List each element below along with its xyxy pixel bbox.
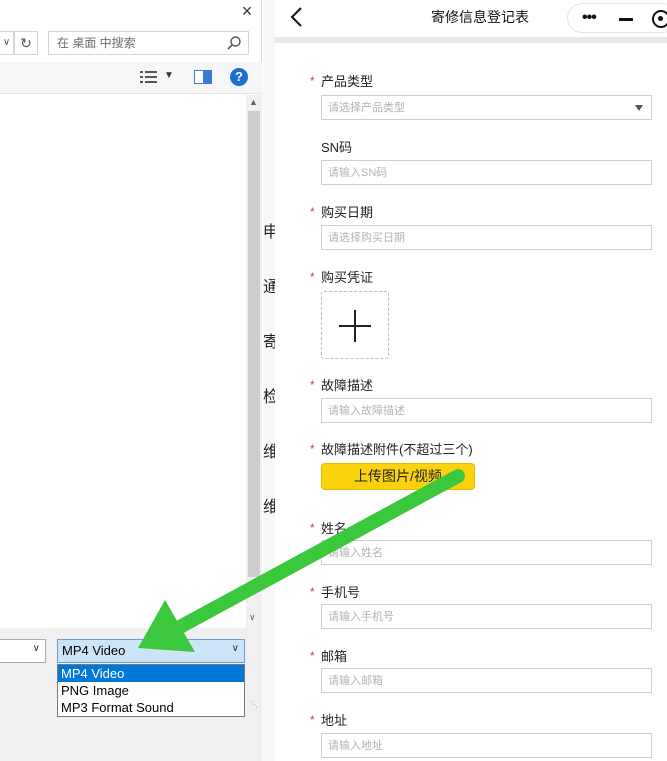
view-options-icon[interactable] (140, 70, 158, 84)
more-icon[interactable]: ••• (582, 10, 597, 26)
plus-icon (354, 310, 356, 342)
required-mark: * (310, 585, 315, 599)
product-type-label: 产品类型 (321, 74, 374, 89)
purchase-proof-label: 购买凭证 (321, 270, 374, 285)
address-bar-row: ∨ ↻ (0, 31, 262, 55)
required-mark: * (310, 378, 315, 392)
email-field[interactable] (321, 668, 652, 693)
required-mark: * (310, 205, 315, 219)
app-header: 寄修信息登记表 ••• (275, 0, 667, 36)
chevron-down-icon[interactable]: ∨ (232, 643, 239, 654)
sn-label: SN码 (321, 140, 353, 155)
search-box[interactable] (48, 31, 249, 55)
purchase-proof-upload[interactable] (321, 291, 389, 359)
file-type-selected-value: MP4 Video (62, 643, 126, 658)
file-type-select[interactable]: MP4 Video ∨ (57, 639, 245, 663)
product-type-input[interactable] (322, 96, 622, 119)
close-icon[interactable]: × (238, 2, 256, 20)
file-open-dialog: × ∨ ↻ ▼ (0, 0, 262, 761)
name-field[interactable] (321, 540, 652, 565)
file-type-option[interactable]: MP3 Format Sound (58, 699, 244, 716)
search-icon[interactable] (226, 35, 242, 51)
email-input[interactable] (322, 669, 622, 692)
product-type-select[interactable] (321, 95, 652, 120)
help-icon[interactable]: ? (230, 68, 248, 86)
phone-field[interactable] (321, 604, 652, 629)
preview-pane-icon[interactable] (194, 69, 212, 85)
address-field[interactable] (321, 733, 652, 758)
name-label: 姓名 (321, 521, 348, 536)
purchase-date-label: 购买日期 (321, 205, 374, 220)
refresh-icon: ↻ (20, 35, 32, 51)
chevron-down-icon[interactable]: ∨ (33, 643, 40, 654)
scroll-down-icon[interactable]: ∨ (249, 612, 256, 623)
dialog-toolbar: ▼ ? (0, 62, 262, 94)
dialog-footer: ∨ MP4 Video ∨ MP4 Video PNG Image MP3 Fo… (0, 628, 262, 761)
filename-combobox[interactable]: ∨ (0, 639, 46, 663)
back-arrow-icon[interactable] (287, 6, 307, 28)
repair-registration-app: 寄修信息登记表 ••• * 产品类型 SN码 * 购买日期 * 购买凭证 (275, 0, 667, 761)
address-label: 地址 (321, 713, 348, 728)
history-dropdown-button[interactable]: ∨ (0, 31, 14, 55)
search-input[interactable] (49, 32, 219, 54)
address-input[interactable] (322, 734, 622, 757)
fault-desc-input[interactable] (322, 399, 622, 422)
chevron-down-icon: ∨ (2, 37, 11, 48)
sn-field[interactable] (321, 160, 652, 185)
close-target-icon[interactable] (652, 10, 667, 28)
file-type-dropdown-list: MP4 Video PNG Image MP3 Format Sound (57, 664, 245, 717)
vertical-scrollbar[interactable]: ▲ ∨ (246, 95, 262, 628)
background-page-strip (263, 0, 275, 761)
fault-desc-label: 故障描述 (321, 378, 374, 393)
page-title: 寄修信息登记表 (431, 9, 529, 25)
file-type-option[interactable]: MP4 Video (58, 665, 244, 682)
header-divider (275, 37, 667, 43)
name-input[interactable] (322, 541, 622, 564)
fault-attach-label: 故障描述附件(不超过三个) (321, 442, 473, 457)
minimize-icon[interactable] (619, 18, 633, 21)
purchase-date-input[interactable] (322, 226, 622, 249)
email-label: 邮箱 (321, 649, 348, 664)
resize-grip-icon[interactable]: ⋱ (250, 700, 258, 709)
required-mark: * (310, 521, 315, 535)
scrollbar-thumb[interactable] (248, 111, 260, 577)
file-type-option[interactable]: PNG Image (58, 682, 244, 699)
sn-input[interactable] (322, 161, 622, 184)
view-dropdown-icon[interactable]: ▼ (164, 70, 174, 81)
required-mark: * (310, 442, 315, 456)
required-mark: * (310, 270, 315, 284)
screenshot-root: × ∨ ↻ ▼ (0, 0, 667, 761)
menu-capsule: ••• (567, 3, 667, 33)
purchase-date-field[interactable] (321, 225, 652, 250)
required-mark: * (310, 74, 315, 88)
fault-desc-field[interactable] (321, 398, 652, 423)
scroll-up-icon[interactable]: ▲ (249, 97, 258, 107)
phone-label: 手机号 (321, 585, 361, 600)
phone-input[interactable] (322, 605, 622, 628)
required-mark: * (310, 649, 315, 663)
upload-media-button[interactable]: 上传图片/视频 (321, 463, 475, 490)
file-list-area[interactable] (0, 95, 245, 628)
required-mark: * (310, 713, 315, 727)
refresh-button[interactable]: ↻ (14, 31, 38, 55)
dropdown-triangle-icon[interactable] (635, 105, 643, 111)
